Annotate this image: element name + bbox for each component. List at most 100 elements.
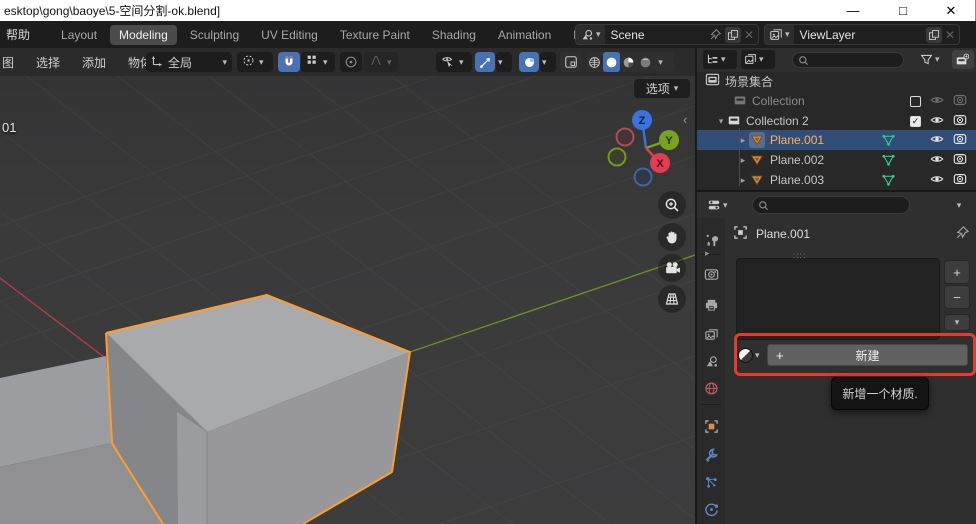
camera-visibility-icon[interactable] bbox=[953, 113, 967, 130]
perspective-toggle-button[interactable] bbox=[658, 285, 686, 313]
transform-orientation-dropdown[interactable]: 全局 ▾ bbox=[146, 52, 232, 72]
gizmos-dropdown[interactable]: ▾ bbox=[496, 52, 512, 72]
snap-toggle[interactable] bbox=[278, 52, 300, 72]
scene-name[interactable]: Scene bbox=[605, 28, 709, 42]
overlays-toggle[interactable] bbox=[519, 52, 539, 72]
overlays-dropdown[interactable]: ▾ bbox=[540, 52, 556, 72]
view-layer-browse-button[interactable]: ▾ bbox=[765, 25, 794, 44]
outliner-filter-dropdown[interactable]: ▾ bbox=[917, 50, 949, 69]
xray-toggle[interactable] bbox=[560, 52, 582, 72]
proportional-falloff-dropdown[interactable]: ▾ bbox=[364, 52, 398, 72]
expand-icon[interactable]: ▸ bbox=[705, 248, 710, 259]
eye-icon[interactable] bbox=[930, 113, 944, 130]
workspace-tab-animation[interactable]: Animation bbox=[489, 25, 560, 45]
workspace-tab-texture-paint[interactable]: Texture Paint bbox=[331, 25, 419, 45]
scene-browse-button[interactable]: ▾ bbox=[576, 25, 605, 44]
object-data-icon bbox=[733, 225, 748, 243]
list-resize-grip[interactable]: ∷∷ bbox=[793, 251, 806, 262]
workspace-tab-shading[interactable]: Shading bbox=[423, 25, 485, 45]
workspace-tab-sculpting[interactable]: Sculpting bbox=[181, 25, 248, 45]
new-view-layer-button[interactable] bbox=[926, 27, 942, 43]
tab-particles[interactable] bbox=[697, 470, 725, 494]
help-menu[interactable]: 帮助 bbox=[6, 26, 30, 43]
zoom-button[interactable] bbox=[658, 191, 686, 219]
snap-settings-dropdown[interactable]: ▾ bbox=[301, 52, 335, 72]
tab-view-layer[interactable] bbox=[697, 322, 725, 346]
browse-material-dropdown[interactable]: ▾ bbox=[738, 344, 766, 366]
collapse-icon[interactable]: ▾ bbox=[715, 116, 727, 127]
new-scene-button[interactable] bbox=[725, 27, 741, 43]
shading-rendered-button[interactable] bbox=[637, 52, 654, 72]
new-material-button[interactable]: + 新建 bbox=[767, 344, 968, 366]
eye-icon[interactable] bbox=[930, 172, 944, 189]
show-gizmo-dropdown[interactable]: ▾ bbox=[436, 52, 472, 72]
add-slot-button[interactable]: + bbox=[944, 260, 970, 284]
mesh-data-icon[interactable] bbox=[880, 133, 896, 148]
mesh-data-icon[interactable] bbox=[880, 173, 896, 188]
tab-render[interactable] bbox=[697, 262, 725, 286]
exclude-checkbox[interactable]: ✓ bbox=[910, 116, 921, 127]
properties-options-dropdown[interactable]: ▾ bbox=[946, 195, 972, 215]
pin-id-icon[interactable] bbox=[955, 225, 970, 243]
proportional-editing-toggle[interactable] bbox=[340, 52, 362, 72]
outliner-filter-collection-dropdown[interactable]: ▾ bbox=[741, 50, 775, 69]
pan-hand-button[interactable] bbox=[658, 223, 686, 251]
tab-tool[interactable] bbox=[697, 228, 725, 252]
breadcrumb-object-name[interactable]: Plane.001 bbox=[756, 227, 810, 241]
funnel-icon bbox=[920, 53, 933, 66]
shading-dropdown[interactable]: ▾ bbox=[654, 52, 667, 72]
close-button[interactable]: ✕ bbox=[936, 0, 966, 21]
remove-slot-button[interactable]: − bbox=[944, 285, 970, 309]
outliner-row-scene-collection[interactable]: 场景集合 bbox=[697, 71, 976, 91]
workspace-tab-layout[interactable]: Layout bbox=[52, 25, 106, 45]
maximize-button[interactable]: □ bbox=[888, 0, 918, 21]
properties-search-input[interactable] bbox=[752, 196, 910, 214]
pin-icon[interactable] bbox=[709, 28, 722, 41]
pivot-point-dropdown[interactable]: ▾ bbox=[237, 52, 273, 72]
remove-view-layer-icon[interactable]: ✕ bbox=[945, 28, 955, 42]
gizmo-neg-x[interactable] bbox=[617, 129, 634, 146]
options-dropdown[interactable]: 选项 ▾ bbox=[634, 79, 690, 98]
navigation-gizmo[interactable]: Z Y X bbox=[600, 105, 692, 191]
outliner-search-input[interactable] bbox=[792, 52, 904, 68]
tab-scene[interactable] bbox=[697, 349, 725, 373]
outliner-row-collection[interactable]: Collection bbox=[697, 91, 976, 111]
tab-object[interactable] bbox=[697, 414, 725, 438]
view-layer-name[interactable]: ViewLayer bbox=[794, 28, 923, 42]
camera-view-button[interactable] bbox=[658, 254, 686, 282]
view-menu[interactable]: 图 bbox=[2, 48, 14, 76]
camera-visibility-icon[interactable] bbox=[953, 172, 967, 189]
camera-visibility-icon[interactable] bbox=[953, 132, 967, 149]
gizmo-neg-z[interactable] bbox=[635, 169, 652, 186]
tab-modifiers[interactable] bbox=[697, 442, 725, 466]
properties-tab-strip bbox=[697, 218, 725, 524]
viewport-3d[interactable]: 01 选项 ▾ ‹ Z Y X bbox=[0, 76, 695, 524]
shading-solid-button[interactable] bbox=[603, 52, 620, 72]
top-menu-bar: 帮助 Layout Modeling Sculpting UV Editing … bbox=[0, 21, 976, 48]
new-collection-button[interactable] bbox=[952, 50, 974, 69]
gizmo-neg-y[interactable] bbox=[609, 149, 626, 166]
editor-type-dropdown[interactable]: ▾ bbox=[703, 195, 738, 215]
exclude-checkbox[interactable] bbox=[910, 96, 921, 107]
gizmos-toggle[interactable] bbox=[475, 52, 495, 72]
tab-physics[interactable] bbox=[697, 497, 725, 521]
mesh-data-icon[interactable] bbox=[880, 153, 896, 168]
add-menu[interactable]: 添加 bbox=[82, 48, 106, 76]
shading-material-button[interactable] bbox=[620, 52, 637, 72]
tab-world[interactable] bbox=[697, 376, 725, 400]
camera-visibility-icon[interactable] bbox=[953, 152, 967, 169]
outliner-display-mode-dropdown[interactable]: ▾ bbox=[703, 50, 737, 69]
eye-icon[interactable] bbox=[930, 132, 944, 149]
unlink-scene-icon[interactable]: ✕ bbox=[744, 28, 754, 42]
workspace-tab-uv-editing[interactable]: UV Editing bbox=[252, 25, 327, 45]
select-menu[interactable]: 选择 bbox=[36, 48, 60, 76]
minimize-button[interactable]: — bbox=[838, 0, 868, 21]
camera-visibility-icon[interactable] bbox=[953, 93, 967, 110]
tab-output[interactable] bbox=[697, 292, 725, 316]
eye-icon[interactable] bbox=[930, 93, 944, 110]
material-slots-list[interactable] bbox=[736, 258, 940, 340]
shading-wireframe-button[interactable] bbox=[586, 52, 603, 72]
workspace-tab-modeling[interactable]: Modeling bbox=[110, 25, 177, 45]
eye-icon[interactable] bbox=[930, 152, 944, 169]
slot-specials-dropdown[interactable]: ▾ bbox=[944, 314, 970, 331]
